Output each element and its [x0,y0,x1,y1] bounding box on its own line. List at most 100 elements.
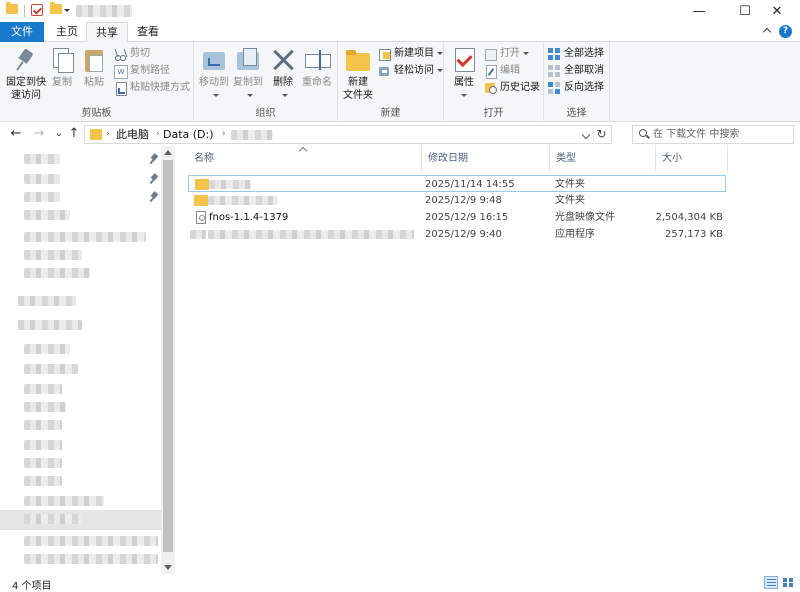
nav-item-redacted[interactable] [24,268,90,278]
breadcrumb-data-drive[interactable]: Data (D:) [163,126,214,143]
nav-item-redacted[interactable] [24,154,60,164]
copy-path-button[interactable]: 复制路径 [114,63,170,79]
clipboard-group: 固定到快 速访问 复制 粘贴 剪切 复制路径 粘贴快捷方式 剪贴板 [0,42,194,122]
nav-item-redacted[interactable] [24,536,158,546]
edit-icon [484,65,497,79]
nav-item-redacted[interactable] [24,458,62,468]
cut-button[interactable]: 剪切 [114,46,150,62]
nav-item-redacted[interactable] [24,344,70,354]
paste-button[interactable]: 粘贴 [80,46,108,89]
file-row[interactable]: 2025/11/14 14:55 文件夹 [188,175,726,192]
nav-item-redacted[interactable] [24,440,62,450]
recent-locations-button[interactable]: ⌄ [51,126,67,142]
large-icons-view-button[interactable] [781,576,795,589]
pin-icon[interactable] [150,174,159,184]
ribbon: 固定到快 速访问 复制 粘贴 剪切 复制路径 粘贴快捷方式 剪贴板 移动到 [0,42,800,122]
open-label: 打开 [500,48,520,59]
scroll-down-icon[interactable] [164,565,172,570]
tab-view[interactable]: 查看 [130,22,166,42]
nav-item-redacted[interactable] [24,174,60,184]
copy-to-button[interactable]: 复制到 [232,46,264,102]
nav-scrollbar[interactable] [161,146,175,574]
nav-item-redacted[interactable] [18,320,82,330]
scroll-thumb[interactable] [163,160,173,552]
file-type: 光盘映像文件 [555,212,615,223]
close-button[interactable]: ✕ [754,0,800,22]
nav-item-redacted[interactable] [24,476,62,486]
nav-item-redacted[interactable] [24,514,82,524]
breadcrumb-this-pc[interactable]: 此电脑 [116,126,149,143]
address-bar[interactable]: › 此电脑 › Data (D:) › ↻ [84,125,612,144]
select-all-button[interactable]: 全部选择 [548,46,604,62]
breadcrumb-current-redacted[interactable] [231,130,273,140]
details-view-button[interactable] [764,576,778,589]
pin-quick-access-button[interactable]: 固定到快 速访问 [4,46,48,102]
nav-item-redacted[interactable] [24,402,66,412]
rename-button[interactable]: 重命名 [300,46,334,89]
tab-home[interactable]: 主页 [48,22,86,42]
pin-icon[interactable] [150,192,159,202]
search-box[interactable] [632,125,794,144]
nav-item-redacted[interactable] [24,420,62,430]
nav-item-redacted[interactable] [24,384,62,394]
nav-item-redacted[interactable] [24,192,60,202]
nav-item-redacted[interactable] [24,554,158,564]
file-row[interactable]: fnos-1.1.4-1379 2025/12/9 16:15 光盘映像文件 2… [188,209,726,226]
organize-group: 移动到 复制到 删除 重命名 组织 [194,42,338,122]
tab-share[interactable]: 共享 [86,22,128,43]
column-header-modified[interactable]: 修改日期 [422,146,550,172]
file-row[interactable]: 2025/12/9 9:48 文件夹 [188,192,726,209]
open-button[interactable]: 打开 [484,46,529,62]
ribbon-collapse-icon[interactable] [762,26,772,36]
quick-access-dropdown-icon[interactable] [64,9,70,12]
copy-button[interactable]: 复制 [48,46,76,89]
nav-item-redacted[interactable] [18,296,76,306]
copy-label: 复制 [52,77,72,88]
properties-button[interactable]: 属性 [450,46,478,102]
forward-button[interactable]: → [31,126,47,142]
easy-access-button[interactable]: 轻松访问 [378,63,443,79]
breadcrumb-separator-icon[interactable]: › [106,126,110,143]
move-to-button[interactable]: 移动到 [198,46,230,102]
nav-item-redacted[interactable] [24,232,146,242]
history-button[interactable]: 历史记录 [484,80,540,96]
file-name-redacted [208,230,414,239]
new-folder-button[interactable]: 新建 文件夹 [342,46,374,102]
column-header-type[interactable]: 类型 [550,146,656,172]
copy-to-icon [235,46,261,74]
move-to-label: 移动到 [198,76,230,102]
column-header-name[interactable]: 名称 [188,146,422,172]
delete-button[interactable]: 删除 [270,46,296,102]
minimize-button[interactable]: — [676,0,722,22]
new-item-button[interactable]: 新建项目 [378,46,443,62]
rename-label: 重命名 [302,77,332,88]
nav-item-redacted[interactable] [24,496,104,506]
nav-item-redacted[interactable] [24,364,78,374]
select-all-icon [548,48,560,60]
properties-quick-icon[interactable] [31,4,43,16]
new-item-label: 新建项目 [394,48,434,59]
column-header-size[interactable]: 大小 [656,146,728,172]
breadcrumb-separator-icon[interactable]: › [156,126,160,143]
new-folder-label-1: 新建 [348,77,368,88]
refresh-button[interactable]: ↻ [593,127,609,142]
scroll-up-icon[interactable] [164,150,172,155]
search-input[interactable] [653,126,791,143]
pin-icon[interactable] [150,154,159,164]
breadcrumb-separator-icon[interactable]: › [222,126,226,143]
up-button[interactable]: ↑ [66,126,82,142]
paste-shortcut-button[interactable]: 粘贴快捷方式 [114,80,190,96]
nav-item-redacted[interactable] [24,210,70,220]
address-dropdown-icon[interactable] [581,130,591,140]
cut-label: 剪切 [130,48,150,59]
select-none-button[interactable]: 全部取消 [548,63,604,79]
back-button[interactable]: ← [8,126,24,142]
help-icon[interactable]: ? [779,25,792,38]
new-folder-quick-icon[interactable] [50,2,62,14]
invert-selection-button[interactable]: 反向选择 [548,80,604,96]
nav-item-redacted[interactable] [24,250,82,260]
edit-button[interactable]: 编辑 [484,63,520,79]
file-row[interactable]: 2025/12/9 9:40 应用程序 257,173 KB [188,226,726,243]
status-bar: 4 个项目 [0,574,800,592]
tab-file[interactable]: 文件 [0,22,44,42]
